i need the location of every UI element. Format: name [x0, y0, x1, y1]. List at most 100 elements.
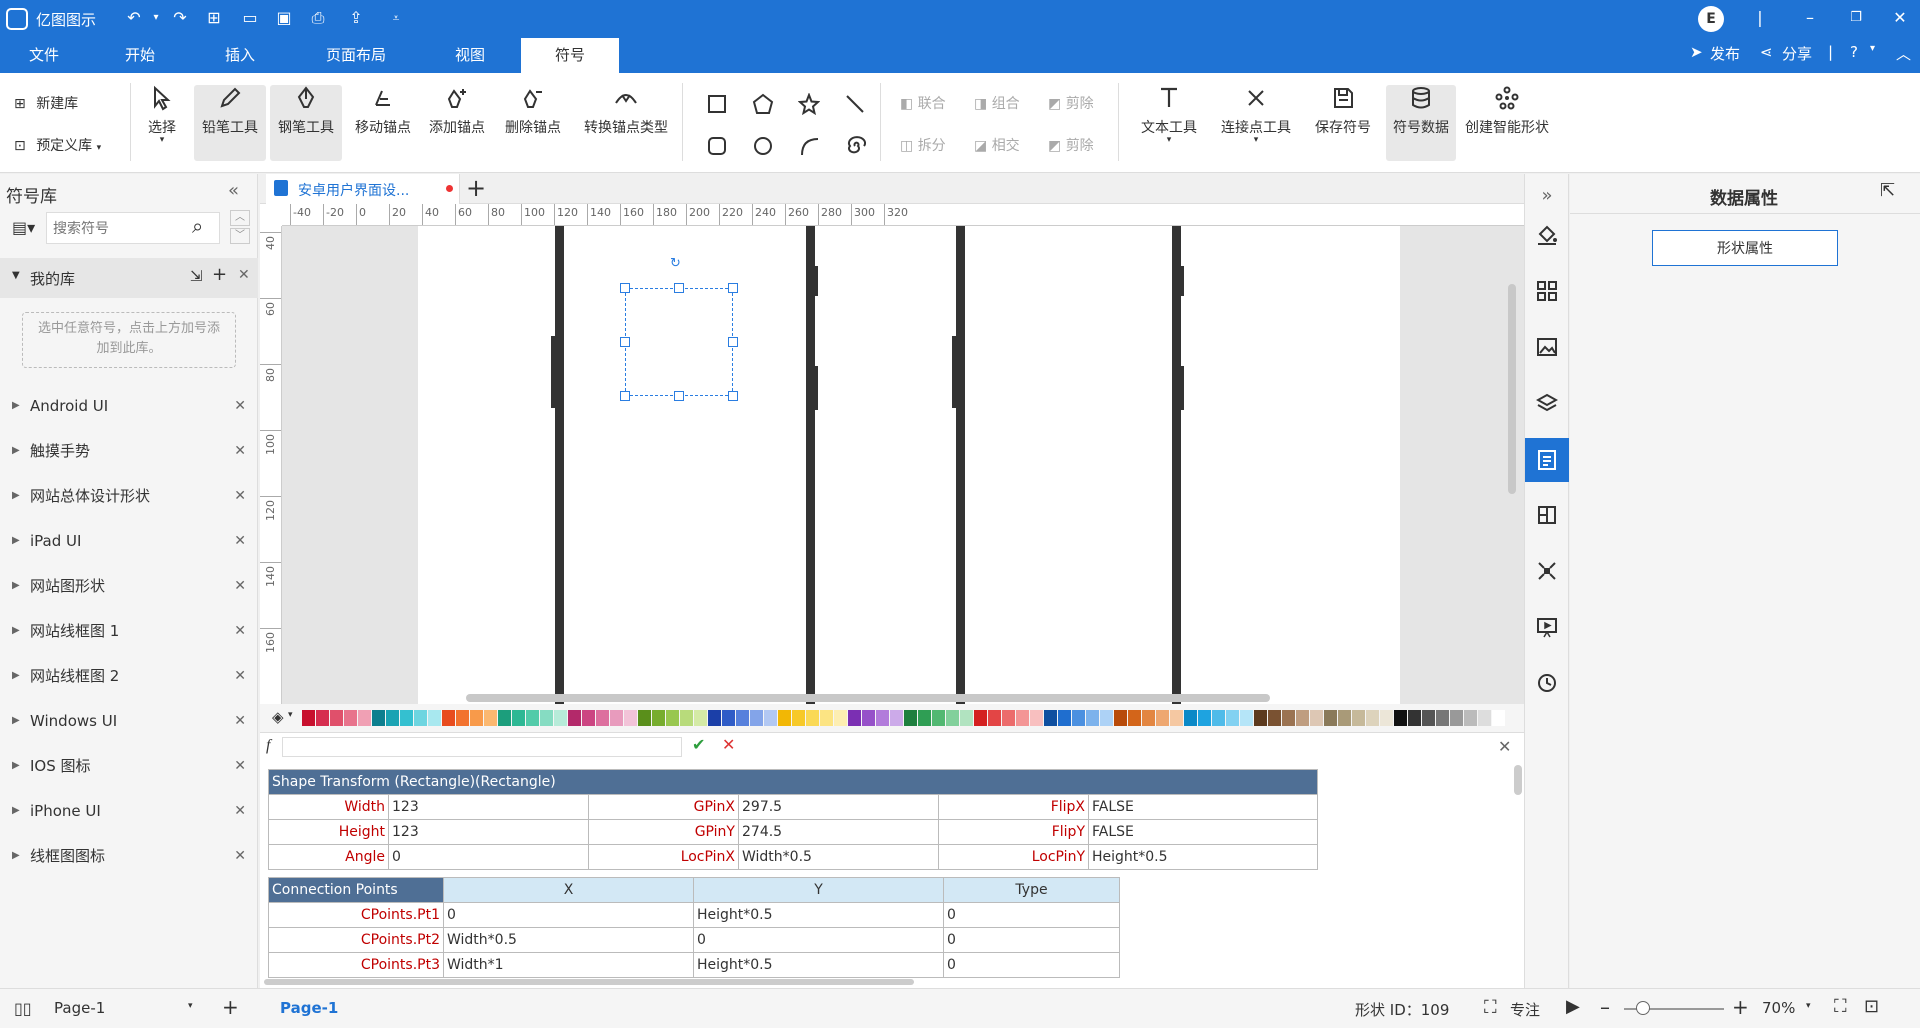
my-library-header[interactable]: ▼ 我的库 ⇲ + ✕	[0, 258, 258, 298]
cell-value[interactable]: 0	[388, 844, 589, 870]
library-item-android-ui[interactable]: ▶ Android UI ✕	[0, 384, 258, 428]
color-swatch[interactable]	[778, 710, 791, 726]
color-swatch[interactable]	[512, 710, 525, 726]
color-swatch[interactable]	[1044, 710, 1057, 726]
scroll-down-button[interactable]: ﹀	[230, 228, 250, 244]
color-swatch[interactable]	[666, 710, 679, 726]
resize-handle[interactable]	[674, 283, 684, 293]
color-swatch[interactable]	[1450, 710, 1463, 726]
color-swatch[interactable]	[1184, 710, 1197, 726]
cell-value[interactable]: Height*0.5	[1088, 844, 1318, 870]
color-swatch[interactable]	[554, 710, 567, 726]
chevron-down-icon[interactable]: ▾	[288, 710, 293, 720]
tab-page-layout[interactable]: 页面布局	[316, 38, 396, 73]
horizontal-scrollbar[interactable]	[466, 694, 1270, 702]
color-swatch[interactable]	[792, 710, 805, 726]
user-avatar[interactable]: E	[1698, 6, 1724, 32]
create-smart-shape-button[interactable]: 创建智能形状	[1460, 85, 1554, 137]
library-item-wireframe-1[interactable]: ▶ 网站线框图 1 ✕	[0, 609, 258, 653]
color-swatch[interactable]	[1478, 710, 1491, 726]
color-swatch[interactable]	[442, 710, 455, 726]
color-swatch[interactable]	[1492, 710, 1505, 726]
union-button[interactable]: ◧ 联合	[900, 93, 946, 113]
color-swatch[interactable]	[1002, 710, 1015, 726]
color-swatch[interactable]	[1310, 710, 1323, 726]
color-swatch[interactable]	[1268, 710, 1281, 726]
color-swatch[interactable]	[1100, 710, 1113, 726]
save-symbol-button[interactable]: 保存符号	[1306, 85, 1380, 137]
close-icon[interactable]: ✕	[234, 564, 246, 608]
zoom-slider-thumb[interactable]	[1636, 1001, 1650, 1015]
chevron-down-icon[interactable]: ▾	[1806, 1001, 1811, 1011]
resize-handle[interactable]	[620, 391, 630, 401]
drawing-page[interactable]: ↻	[418, 226, 1400, 704]
page-selector[interactable]: Page-1 ▾	[54, 999, 194, 1017]
print-icon[interactable]: ⎙	[308, 8, 328, 28]
color-swatch[interactable]	[1338, 710, 1351, 726]
color-swatch[interactable]	[1324, 710, 1337, 726]
redo-icon[interactable]: ↷	[170, 8, 190, 28]
library-item-wireframe-icons[interactable]: ▶ 线框图图标 ✕	[0, 834, 258, 878]
help-dropdown-icon[interactable]: ▾	[1870, 43, 1875, 54]
tab-file[interactable]: 文件	[14, 38, 74, 73]
cell-value[interactable]: Height*0.5	[693, 902, 944, 928]
library-item-ipad-ui[interactable]: ▶ iPad UI ✕	[0, 519, 258, 563]
cell-value[interactable]: FALSE	[1088, 794, 1318, 820]
color-swatch[interactable]	[1156, 710, 1169, 726]
color-swatch[interactable]	[736, 710, 749, 726]
color-swatch[interactable]	[1086, 710, 1099, 726]
split-button[interactable]: ◫ 拆分	[900, 135, 946, 155]
select-tool-button[interactable]: 选择 ▾	[136, 85, 188, 145]
cell-value[interactable]: 297.5	[738, 794, 939, 820]
color-swatch[interactable]	[400, 710, 413, 726]
image-icon[interactable]	[1532, 332, 1562, 362]
fill-bucket-icon[interactable]: ◈	[272, 708, 284, 726]
undo-dropdown-icon[interactable]: ▾	[146, 8, 166, 28]
page-view-icon[interactable]: ▯▯	[14, 999, 32, 1018]
color-swatch[interactable]	[1170, 710, 1183, 726]
tab-start[interactable]: 开始	[110, 38, 170, 73]
library-item-iphone-ui[interactable]: ▶ iPhone UI ✕	[0, 789, 258, 833]
color-swatch[interactable]	[820, 710, 833, 726]
color-swatch[interactable]	[386, 710, 399, 726]
close-icon[interactable]: ✕	[234, 384, 246, 428]
star-tool-icon[interactable]	[797, 92, 821, 116]
library-item-ios-icons[interactable]: ▶ IOS 图标 ✕	[0, 744, 258, 788]
publish-button[interactable]: 发布	[1710, 43, 1740, 64]
zoom-out-icon[interactable]: –	[1600, 995, 1610, 1019]
grid-layout-icon[interactable]	[1532, 276, 1562, 306]
phone-frame-line[interactable]	[555, 226, 564, 704]
color-swatch[interactable]	[1436, 710, 1449, 726]
line-tool-icon[interactable]	[844, 93, 866, 115]
new-library-button[interactable]: ⊞ 新建库	[14, 93, 78, 113]
add-tab-icon[interactable]: +	[466, 174, 486, 202]
color-swatch[interactable]	[610, 710, 623, 726]
cell-value[interactable]: 123	[388, 819, 589, 845]
undo-icon[interactable]: ↶	[124, 8, 144, 28]
play-icon[interactable]: ▶	[1566, 996, 1580, 1017]
resize-handle[interactable]	[728, 391, 738, 401]
color-swatch[interactable]	[302, 710, 315, 726]
connection-point-tool-button[interactable]: 连接点工具 ▾	[1214, 85, 1298, 145]
color-swatch[interactable]	[890, 710, 903, 726]
fit-page-icon[interactable]: ⊡	[1864, 996, 1879, 1017]
color-swatch[interactable]	[624, 710, 637, 726]
tab-insert[interactable]: 插入	[210, 38, 270, 73]
close-icon[interactable]: ✕	[234, 429, 246, 473]
color-swatch[interactable]	[1464, 710, 1477, 726]
tab-symbol[interactable]: 符号	[521, 38, 619, 73]
new-icon[interactable]: ⊞	[204, 8, 224, 28]
color-swatch[interactable]	[1254, 710, 1267, 726]
pentagon-tool-icon[interactable]	[752, 93, 774, 115]
pen-tool-button[interactable]: 钢笔工具	[270, 85, 342, 161]
cell-value[interactable]: 0	[943, 927, 1120, 953]
color-swatch[interactable]	[1212, 710, 1225, 726]
history-icon[interactable]	[1532, 668, 1562, 698]
color-swatch[interactable]	[750, 710, 763, 726]
color-swatch[interactable]	[1394, 710, 1407, 726]
color-swatch[interactable]	[1016, 710, 1029, 726]
close-sheet-icon[interactable]: ✕	[1498, 737, 1511, 756]
resize-handle[interactable]	[620, 337, 630, 347]
library-item-touch-gestures[interactable]: ▶ 触摸手势 ✕	[0, 429, 258, 473]
save-icon[interactable]: ▣	[274, 8, 294, 28]
